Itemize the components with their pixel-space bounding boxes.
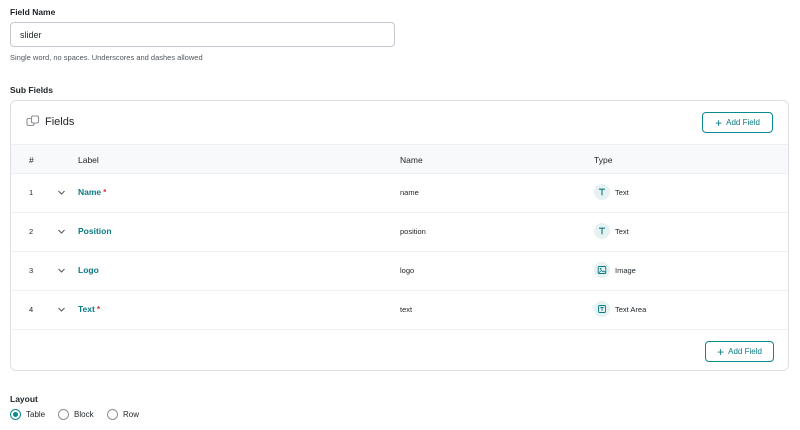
column-header-number: # <box>29 155 34 165</box>
textarea-icon <box>594 301 610 317</box>
required-marker: * <box>96 304 101 314</box>
chevron-down-icon[interactable] <box>57 266 66 275</box>
chevron-down-icon[interactable] <box>57 188 66 197</box>
field-row-type: Text <box>615 227 629 236</box>
field-row[interactable]: 2 Position position Text <box>11 213 788 252</box>
layout-option-label: Block <box>74 410 94 419</box>
field-row[interactable]: 4 Text * text Text Area <box>11 291 788 330</box>
chevron-down-icon[interactable] <box>57 227 66 236</box>
field-row-label[interactable]: Name * <box>78 187 106 197</box>
fields-panel-title: Fields <box>45 116 75 128</box>
field-row[interactable]: 1 Name * name Text <box>11 174 788 213</box>
field-row-name: position <box>400 227 426 236</box>
layout-label: Layout <box>10 394 38 404</box>
required-marker: * <box>103 187 107 197</box>
field-name-label: Field Name <box>10 7 56 17</box>
sub-fields-label: Sub Fields <box>10 85 53 95</box>
field-row[interactable]: 3 Logo logo Image <box>11 252 788 291</box>
field-row-label[interactable]: Logo <box>78 265 101 275</box>
radio-button-checked[interactable] <box>10 409 21 420</box>
radio-button[interactable] <box>107 409 118 420</box>
field-row-name: logo <box>400 266 415 275</box>
add-field-button-label: Add Field <box>728 347 762 356</box>
field-row-label[interactable]: Position <box>78 226 114 236</box>
field-row-name: text <box>400 305 413 314</box>
field-row-number: 4 <box>29 305 34 314</box>
field-label-text: Text <box>78 304 95 314</box>
field-label-text: Logo <box>78 265 99 275</box>
plus-icon: + <box>715 115 723 130</box>
chevron-down-icon[interactable] <box>57 305 66 314</box>
text-icon <box>594 223 610 239</box>
field-name-input[interactable] <box>10 22 395 47</box>
field-row-type: Text Area <box>615 305 647 314</box>
layout-option-row[interactable]: Row <box>107 409 139 420</box>
field-row-name: name <box>400 188 419 197</box>
field-row-number: 2 <box>29 227 34 236</box>
add-field-button-top[interactable]: + Add Field <box>702 112 773 133</box>
fields-group-icon <box>26 115 40 127</box>
text-icon <box>594 184 610 200</box>
field-row-type: Text <box>615 188 629 197</box>
add-field-button-bottom[interactable]: + Add Field <box>705 341 774 362</box>
fields-table-header: # Label Name Type <box>11 144 788 174</box>
layout-option-label: Row <box>123 410 140 419</box>
layout-option-table[interactable]: Table <box>10 409 45 420</box>
field-label-text: Position <box>78 226 112 236</box>
field-row-number: 1 <box>29 188 34 197</box>
field-name-help-text: Single word, no spaces. Underscores and … <box>10 53 203 62</box>
plus-icon: + <box>717 344 725 359</box>
field-row-number: 3 <box>29 266 34 275</box>
layout-option-block[interactable]: Block <box>58 409 94 420</box>
column-header-label: Label <box>78 155 99 165</box>
add-field-button-label: Add Field <box>726 118 760 127</box>
image-icon <box>594 262 610 278</box>
fields-panel: Fields + Add Field # Label Name Type 1 N… <box>10 100 789 371</box>
field-label-text: Name <box>78 187 102 197</box>
field-row-label[interactable]: Text * <box>78 304 100 314</box>
column-header-type: Type <box>594 155 613 165</box>
radio-button[interactable] <box>58 409 69 420</box>
field-row-type: Image <box>615 266 636 275</box>
fields-panel-header: Fields + Add Field <box>11 101 788 144</box>
layout-option-label: Table <box>26 410 46 419</box>
column-header-name: Name <box>400 155 423 165</box>
